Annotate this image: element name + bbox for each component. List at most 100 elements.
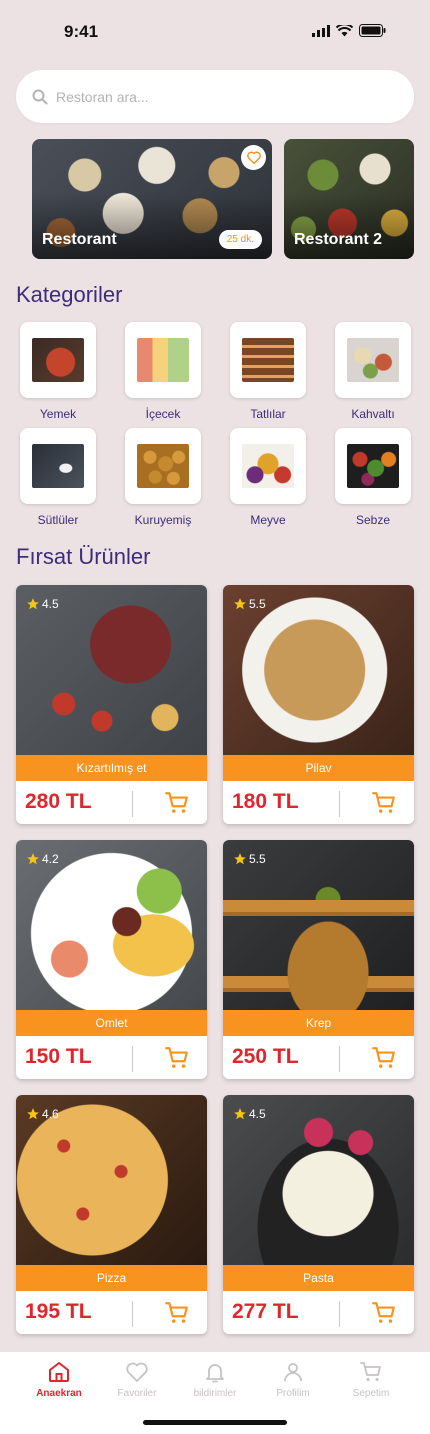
category-label: Yemek	[39, 407, 77, 421]
star-icon	[27, 853, 39, 865]
restaurant-name: Restorant 2	[294, 231, 383, 248]
category-tile	[125, 428, 201, 504]
wifi-icon	[336, 24, 353, 36]
home-icon	[49, 1362, 69, 1382]
rating: 4.5	[233, 1107, 266, 1121]
cart-icon	[372, 792, 395, 813]
product-price: 250 TL	[232, 1045, 299, 1068]
product-name: Pizza	[16, 1265, 207, 1291]
category-meyve[interactable]: Meyve	[230, 428, 306, 527]
category-image	[347, 444, 399, 488]
divider	[339, 1046, 340, 1072]
product-name: Krep	[223, 1010, 414, 1036]
cart-icon	[165, 1302, 188, 1323]
rating-value: 5.5	[249, 597, 266, 611]
category-tatlilar[interactable]: Tatlılar	[230, 322, 306, 421]
add-to-cart-button[interactable]	[164, 1045, 190, 1076]
category-kuruyemis[interactable]: Kuruyemiş	[125, 428, 201, 527]
category-sebze[interactable]: Sebze	[335, 428, 411, 527]
category-tile	[335, 428, 411, 504]
category-tile	[230, 322, 306, 398]
category-tile	[20, 428, 96, 504]
user-icon	[284, 1363, 302, 1382]
star-icon	[27, 598, 39, 610]
product-card[interactable]: 4.6 Pizza 195 TL	[16, 1095, 207, 1334]
product-price: 150 TL	[25, 1045, 92, 1068]
divider	[132, 1301, 133, 1327]
nav-label: Profilim	[276, 1388, 310, 1399]
nav-cart[interactable]: Sepetim	[336, 1360, 406, 1434]
product-price: 195 TL	[25, 1300, 92, 1323]
category-sutluler[interactable]: Sütlüler	[20, 428, 96, 527]
category-image	[242, 338, 294, 382]
product-name: Pasta	[223, 1265, 414, 1291]
rating: 5.5	[233, 597, 266, 611]
add-to-cart-button[interactable]	[371, 1300, 397, 1331]
rating: 4.5	[26, 597, 59, 611]
cart-icon	[165, 792, 188, 813]
category-image	[347, 338, 399, 382]
add-to-cart-button[interactable]	[164, 790, 190, 821]
product-card[interactable]: 5.5 Krep 250 TL	[223, 840, 414, 1079]
category-image	[137, 338, 189, 382]
categories-title: Kategoriler	[16, 282, 123, 307]
nav-home[interactable]: Anaekran	[24, 1360, 94, 1434]
product-name: Omlet	[16, 1010, 207, 1036]
rating: 4.6	[26, 1107, 59, 1121]
category-tile	[335, 322, 411, 398]
search-bar[interactable]	[16, 70, 414, 123]
nav-label: Favoriler	[117, 1388, 157, 1399]
signal-icon	[312, 24, 330, 37]
category-kahvalti[interactable]: Kahvaltı	[335, 322, 411, 421]
rating-value: 4.2	[42, 852, 59, 866]
search-icon	[32, 89, 48, 104]
cart-icon	[165, 1047, 188, 1068]
category-label: Tatlılar	[250, 407, 286, 421]
category-label: Sütlüler	[37, 513, 79, 527]
product-price: 277 TL	[232, 1300, 299, 1323]
search-input[interactable]	[56, 88, 376, 105]
restaurant-name: Restorant	[42, 231, 117, 248]
product-price: 280 TL	[25, 790, 92, 813]
restaurant-card[interactable]: Restorant 25 dk.	[32, 139, 272, 259]
star-icon	[234, 598, 246, 610]
product-card[interactable]: 4.2 Omlet 150 TL	[16, 840, 207, 1079]
divider	[132, 791, 133, 817]
category-label: Kahvaltı	[351, 407, 395, 421]
category-image	[242, 444, 294, 488]
star-icon	[234, 1108, 246, 1120]
star-icon	[27, 1108, 39, 1120]
category-label: Kuruyemiş	[134, 513, 192, 527]
rating-value: 4.6	[42, 1107, 59, 1121]
favorite-button[interactable]	[241, 145, 266, 170]
category-label: Sebze	[355, 513, 391, 527]
rating-value: 4.5	[42, 597, 59, 611]
product-card[interactable]: 4.5 Pasta 277 TL	[223, 1095, 414, 1334]
category-icecek[interactable]: İçecek	[125, 322, 201, 421]
product-card[interactable]: 5.5 Pilav 180 TL	[223, 585, 414, 824]
category-label: Meyve	[250, 513, 286, 527]
add-to-cart-button[interactable]	[371, 790, 397, 821]
category-tile	[125, 322, 201, 398]
home-indicator	[143, 1420, 287, 1425]
rating: 5.5	[233, 852, 266, 866]
add-to-cart-button[interactable]	[164, 1300, 190, 1331]
rating-value: 4.5	[249, 1107, 266, 1121]
category-image	[32, 338, 84, 382]
cart-icon	[360, 1362, 381, 1381]
product-card[interactable]: 4.5 Kızartılmış et 280 TL	[16, 585, 207, 824]
cart-icon	[372, 1302, 395, 1323]
divider	[339, 1301, 340, 1327]
cart-icon	[372, 1047, 395, 1068]
divider	[339, 791, 340, 817]
status-icons	[312, 24, 386, 37]
status-bar: 9:41	[0, 0, 430, 60]
star-icon	[234, 853, 246, 865]
add-to-cart-button[interactable]	[371, 1045, 397, 1076]
product-name: Kızartılmış et	[16, 755, 207, 781]
nav-label: bildirimler	[193, 1388, 237, 1399]
restaurant-card[interactable]: Restorant 2	[284, 139, 414, 259]
bell-icon	[206, 1364, 224, 1383]
category-yemek[interactable]: Yemek	[20, 322, 96, 421]
rating: 4.2	[26, 852, 59, 866]
